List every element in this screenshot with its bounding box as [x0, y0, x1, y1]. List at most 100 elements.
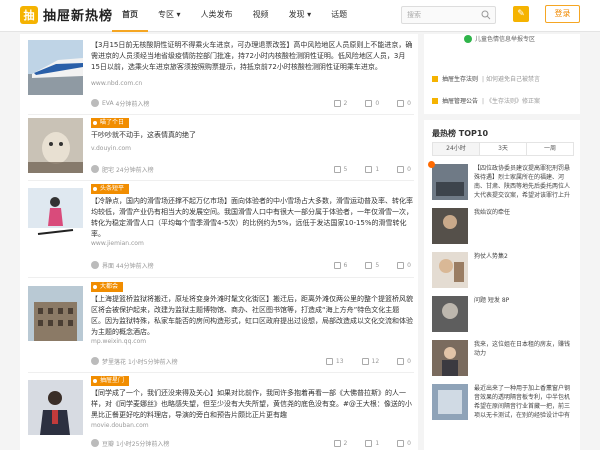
post-tag[interactable]: 喵了个日	[91, 118, 130, 128]
like-button[interactable]: 2	[333, 99, 347, 107]
rank-thumbnail[interactable]	[432, 340, 468, 376]
like-button[interactable]: 13	[325, 357, 344, 365]
post-author[interactable]: 肥宅	[102, 165, 114, 174]
favorite-button[interactable]: 0	[397, 439, 411, 447]
rules-link[interactable]: 抽屉生存法则 | 如何避免自己被禁言	[432, 74, 540, 83]
post-tag[interactable]: 抽屉星门	[91, 376, 130, 386]
favorite-button[interactable]: 0	[397, 261, 411, 269]
tab-3d[interactable]: 3天	[480, 143, 527, 155]
rank-item[interactable]: 【四位政协委员建议提高罪犯刑罚悬殊待遇】烈士家属所在的福建、河南、甘肃、陕西等地…	[428, 161, 574, 204]
comment-icon	[365, 99, 373, 107]
comment-button[interactable]: 5	[365, 261, 379, 269]
login-button[interactable]: 登录	[545, 5, 580, 23]
check-icon	[464, 34, 472, 43]
favorite-button[interactable]: 0	[397, 165, 411, 173]
train-thumbnail[interactable]	[28, 40, 83, 95]
nav-human-posts[interactable]: 人类发布	[191, 0, 243, 32]
rank-title[interactable]: 【四位政协委员建议提高罪犯刑罚悬殊待遇】烈士家属所在的福建、河南、甘肃、陕西等地…	[474, 164, 574, 200]
rank-item[interactable]: 我来，这位姐在日本租的房友，赚钱动力	[432, 340, 574, 380]
tab-24h[interactable]: 24小时	[433, 143, 480, 155]
search-placeholder: 搜索	[407, 11, 421, 19]
post-source[interactable]: mp.weixin.qq.com	[91, 338, 146, 345]
list-item: 喵了个日 干吵吵就不动手，这表情真的绝了 v.douyin.com 肥宅 24分…	[28, 118, 414, 178]
movie-thumbnail[interactable]	[28, 380, 83, 435]
comment-button[interactable]: 1	[365, 439, 379, 447]
post-meta: 肥宅 24分钟前入榜 5 1 0	[91, 164, 411, 174]
comment-icon	[365, 165, 373, 173]
post-author[interactable]: 豆瓣	[102, 439, 114, 448]
avatar[interactable]	[91, 99, 99, 107]
post-author[interactable]: EVA	[102, 100, 114, 107]
star-icon	[397, 261, 405, 269]
comment-icon	[365, 261, 373, 269]
rank-title[interactable]: 最近出来了一种用于加上香薰窗户钢音效果的透明隔音板专利，中半包机希望在原间隔音行…	[474, 384, 574, 420]
pencil-icon[interactable]: ✎	[513, 6, 529, 22]
avatar[interactable]	[91, 165, 99, 173]
post-meta: EVA 4分钟前入榜 2 0 0	[91, 98, 411, 108]
post-source[interactable]: www.jiemian.com	[91, 240, 144, 247]
rank-item[interactable]: 问题 短发 8P	[432, 296, 574, 336]
rank-thumbnail[interactable]	[432, 208, 468, 244]
post-actions: 2 1 0	[333, 439, 411, 447]
comment-button[interactable]: 12	[361, 357, 379, 365]
rank-thumbnail[interactable]	[432, 296, 468, 332]
post-title[interactable]: 【同学成了一个，我们还没来得及关心】如果对比前作，我同许多抱着再看一部《大佛普拉…	[91, 388, 413, 421]
post-title[interactable]: 干吵吵就不动手，这表情真的绝了	[91, 130, 413, 142]
nav-home[interactable]: 首页	[112, 0, 148, 32]
rank-title[interactable]: 狗仗人势集2	[474, 252, 574, 261]
avatar[interactable]	[91, 439, 99, 447]
divider	[28, 277, 414, 278]
comment-button[interactable]: 0	[365, 99, 379, 107]
favorite-button[interactable]: 0	[397, 99, 411, 107]
rank-item[interactable]: 我始议的牵任	[432, 208, 574, 248]
post-time: 1小时5分钟前入榜	[127, 358, 178, 366]
rank-title[interactable]: 问题 短发 8P	[474, 296, 574, 305]
post-title[interactable]: 【冷静点，国内的滑雪场还撑不起万亿市场】面向体验者的中小雪场占大多数，滑雪运动普…	[91, 196, 413, 240]
post-title[interactable]: 【3月15日前无核酸阴性证明不得乘火车进京，可办理退票改签】高中风险地区人员原则…	[91, 40, 413, 84]
like-button[interactable]: 5	[333, 165, 347, 173]
top10-title: 最热榜 TOP10	[432, 129, 489, 138]
nav-zone[interactable]: 专区 ▾	[148, 0, 191, 32]
post-time: 44分钟前入榜	[115, 262, 154, 270]
post-meta: 豆瓣 1小时25分钟前入榜 2 1 0	[91, 438, 411, 448]
hot-icon	[428, 161, 435, 168]
like-button[interactable]: 6	[333, 261, 347, 269]
logo-icon: 抽	[20, 5, 38, 24]
list-item: 【3月15日前无核酸阴性证明不得乘火车进京，可办理退票改签】高中风险地区人员原则…	[28, 40, 414, 110]
post-source[interactable]: v.douyin.com	[91, 145, 131, 152]
post-author[interactable]: 梦里落花	[102, 357, 126, 366]
divider	[28, 180, 414, 181]
report-zone-link[interactable]: 儿童色情信息举报专区	[464, 34, 535, 43]
building-thumbnail[interactable]	[28, 286, 83, 341]
rank-title[interactable]: 我始议的牵任	[474, 208, 574, 217]
post-tag[interactable]: 头条短平	[91, 184, 130, 194]
rank-title[interactable]: 我来，这位姐在日本租的房友，赚钱动力	[474, 340, 574, 358]
like-button[interactable]: 2	[333, 439, 347, 447]
search-icon[interactable]	[481, 10, 491, 20]
nav-video[interactable]: 视频	[243, 0, 279, 32]
nav-discover[interactable]: 发现 ▾	[279, 0, 322, 32]
search-input[interactable]: 搜索	[401, 6, 496, 24]
post-source[interactable]: movie.douban.com	[91, 422, 149, 429]
avatar[interactable]	[91, 261, 99, 269]
nav-topics[interactable]: 话题	[321, 0, 357, 32]
divider	[28, 372, 414, 373]
rank-thumbnail[interactable]	[432, 252, 468, 288]
rank-item[interactable]: 狗仗人势集2	[432, 252, 574, 292]
rank-thumbnail[interactable]	[432, 384, 468, 420]
post-source[interactable]: www.nbd.com.cn	[91, 80, 142, 87]
post-author[interactable]: 界面	[102, 261, 114, 270]
site-logo[interactable]: 抽 抽屉新热榜	[20, 5, 113, 24]
post-tag[interactable]: 大都会	[91, 282, 124, 292]
post-title[interactable]: 【上海提篮桥监狱将搬迁，原址将变身外滩时髦文化街区】搬迁后，距离外滩仅两公里的整…	[91, 294, 413, 338]
tab-week[interactable]: 一周	[527, 143, 573, 155]
rank-thumbnail[interactable]	[432, 164, 468, 200]
ski-thumbnail[interactable]	[28, 188, 83, 243]
cat-thumbnail[interactable]	[28, 118, 83, 173]
favorite-button[interactable]: 0	[397, 357, 411, 365]
notice-link[interactable]: 抽屉管理公告 | 《生存法则》修正案	[432, 96, 540, 105]
comment-button[interactable]: 1	[365, 165, 379, 173]
avatar[interactable]	[91, 357, 99, 365]
post-time: 4分钟前入榜	[115, 100, 150, 108]
rank-item[interactable]: 最近出来了一种用于加上香薰窗户钢音效果的透明隔音板专利，中半包机希望在原间隔音行…	[432, 384, 574, 424]
